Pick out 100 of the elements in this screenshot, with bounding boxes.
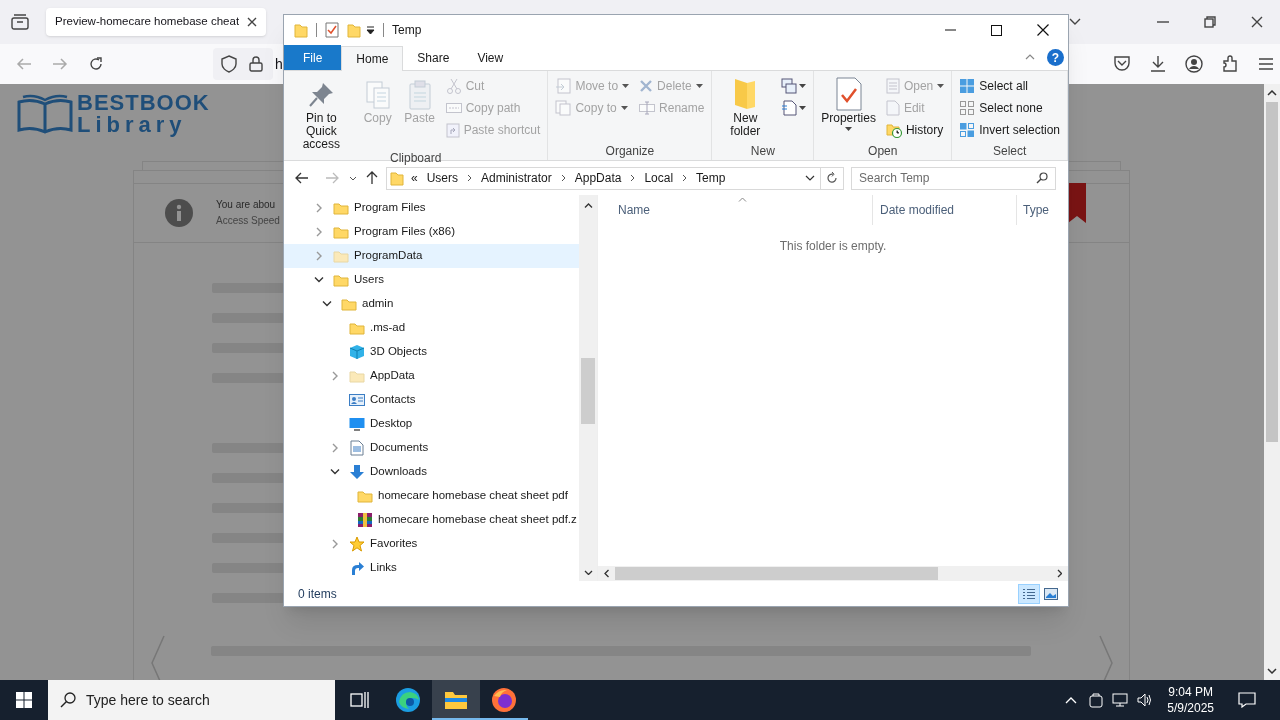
ribbon-button[interactable]: History (882, 119, 948, 141)
column-header[interactable]: Type (1016, 195, 1068, 225)
tab-list-icon[interactable] (11, 14, 29, 30)
close-icon[interactable] (1037, 24, 1049, 36)
view-button[interactable] (1018, 583, 1040, 604)
chevron-down-icon[interactable] (321, 300, 333, 308)
ribbon-tab[interactable]: File (284, 45, 342, 70)
ribbon-tab[interactable]: Home (341, 46, 404, 71)
column-header[interactable]: Date modified (872, 195, 1016, 225)
close-icon[interactable] (1251, 16, 1263, 28)
network-icon[interactable] (1112, 693, 1129, 707)
search-field[interactable]: Search Temp (851, 166, 1056, 190)
ribbon-button[interactable]: Select none (956, 97, 1063, 119)
checked-page-icon[interactable] (325, 22, 339, 38)
scroll-down-icon[interactable] (583, 570, 593, 575)
column-header[interactable]: Name (598, 195, 872, 225)
folder-icon (390, 170, 404, 186)
breadcrumb-item[interactable]: Users (426, 169, 459, 187)
tree-item[interactable]: admin (284, 292, 579, 316)
tree-item[interactable]: 3D Objects (284, 340, 579, 364)
menu-icon[interactable] (1257, 55, 1275, 73)
shield-icon[interactable] (221, 55, 237, 73)
tree-item[interactable]: .ms-ad (284, 316, 579, 340)
security-icon[interactable] (1089, 692, 1104, 708)
dropdown-icon[interactable] (366, 25, 375, 35)
taskbar-app[interactable] (432, 680, 480, 720)
scroll-right-icon[interactable] (1057, 569, 1062, 578)
down-arrow-icon (349, 464, 365, 480)
page-icon (885, 100, 900, 116)
tree-item[interactable]: Users (284, 268, 579, 292)
tree-item[interactable]: Documents (284, 436, 579, 460)
lock-icon[interactable] (249, 56, 263, 72)
scroll-thumb[interactable] (615, 567, 938, 580)
scroll-up-icon[interactable] (583, 203, 593, 208)
folder-icon (349, 369, 365, 383)
tree-item[interactable]: AppData (284, 364, 579, 388)
collapse-ribbon-icon[interactable] (1025, 54, 1035, 60)
account-icon[interactable] (1185, 55, 1203, 73)
extensions-icon[interactable] (1221, 55, 1239, 73)
ribbon-tab[interactable]: Share (403, 45, 464, 70)
breadcrumb-item[interactable]: Administrator (481, 169, 552, 187)
breadcrumb-item[interactable]: Temp (696, 169, 726, 187)
ribbon-button[interactable]: New folder (716, 75, 775, 138)
tree-item[interactable]: Downloads (284, 460, 579, 484)
tree-item[interactable]: Contacts (284, 388, 579, 412)
close-icon[interactable] (247, 17, 257, 27)
notice-subtext: Access Speed (216, 214, 280, 228)
back-icon[interactable] (295, 172, 309, 184)
reload-icon[interactable] (88, 56, 104, 72)
breadcrumb-overflow[interactable]: « (411, 169, 418, 187)
clock[interactable]: 9:04 PM 5/9/2025 (1163, 684, 1218, 716)
ribbon-tab[interactable]: View (463, 45, 518, 70)
pocket-icon[interactable] (1113, 55, 1131, 73)
breadcrumb-item[interactable]: Local (644, 169, 674, 187)
folder-icon (341, 297, 357, 311)
tree-item[interactable]: homecare homebase cheat sheet pdf (284, 484, 579, 508)
folder-icon (349, 321, 365, 335)
scrollbar[interactable] (1264, 84, 1280, 680)
address-field[interactable]: « Users Administrator AppData Local Temp (386, 166, 844, 190)
scroll-thumb[interactable] (581, 358, 595, 424)
chevron-down-icon[interactable] (313, 276, 325, 284)
chevron-right-icon (630, 174, 636, 182)
chevron-up-icon[interactable] (1065, 696, 1078, 704)
scroll-left-icon[interactable] (604, 569, 609, 578)
ribbon-button[interactable]: Pin to Quick access (288, 75, 355, 151)
breadcrumb-item[interactable]: AppData (574, 169, 622, 187)
scroll-thumb[interactable] (1266, 102, 1278, 442)
maximize-icon[interactable] (991, 24, 1002, 36)
chevron-right-icon (560, 174, 566, 182)
tree-item[interactable]: Links (284, 556, 579, 580)
chevron-down-icon[interactable] (329, 468, 341, 476)
dropdown-icon[interactable] (805, 175, 815, 181)
scroll-up-icon[interactable] (1267, 90, 1277, 96)
restore-icon[interactable] (1204, 16, 1216, 28)
up-icon[interactable] (366, 171, 378, 185)
browser-tab[interactable]: Preview-homecare homebase cheat (46, 8, 266, 36)
window-title: Temp (392, 22, 422, 39)
help-button[interactable]: ? (1047, 49, 1064, 66)
info-icon (165, 199, 193, 227)
chevron-right-icon (467, 174, 473, 182)
tree-item[interactable]: Program Files (284, 196, 579, 220)
taskbar-search-field[interactable]: Type here to search (48, 680, 335, 720)
recent-dropdown-icon[interactable] (349, 175, 357, 181)
download-icon[interactable] (1149, 55, 1167, 73)
notifications-icon[interactable] (1238, 692, 1256, 708)
scissors-icon (445, 78, 462, 94)
tree-item[interactable]: Program Files (x86) (284, 220, 579, 244)
tree-item[interactable]: Desktop (284, 412, 579, 436)
scrollbar[interactable] (579, 195, 597, 581)
scrollbar[interactable] (598, 566, 1068, 581)
scroll-down-icon[interactable] (1267, 668, 1277, 674)
tree-item[interactable]: ProgramData (284, 244, 579, 268)
volume-icon[interactable] (1137, 693, 1154, 707)
ribbon-button[interactable]: Properties (818, 75, 879, 131)
search-icon (1036, 172, 1048, 184)
ribbon-button[interactable]: Select all (956, 75, 1063, 97)
tree-item[interactable]: Favorites (284, 532, 579, 556)
refresh-icon[interactable] (826, 172, 838, 184)
ribbon-button[interactable]: Invert selection (956, 119, 1063, 141)
tree-item[interactable]: homecare homebase cheat sheet pdf.z (284, 508, 579, 532)
